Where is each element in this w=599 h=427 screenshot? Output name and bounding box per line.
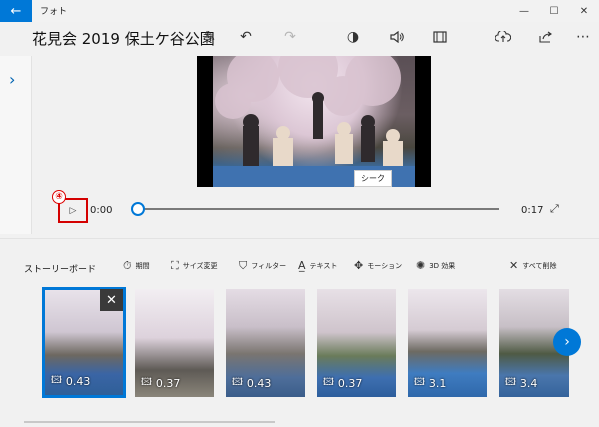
play-icon: ▷ [69,205,77,216]
storyboard-label: ストーリーボード [24,265,97,275]
motion-button[interactable]: ✥ モーション [354,259,402,272]
clip-duration: 🖾 0.37 [141,377,181,390]
storyboard-clip[interactable]: 🖾 0.37 [135,289,214,397]
end-time: 0:17 [521,205,544,216]
aspect-icon[interactable] [428,27,452,47]
storyboard-clip[interactable]: 🖾 0.43 [226,289,305,397]
left-panel: › [0,56,32,234]
motion-label: モーション [367,261,403,270]
3d-effects-button[interactable]: ✺ 3D 効果 [416,259,455,272]
title-bar: ← フォト — ☐ ✕ [0,0,599,22]
3d-effects-icon: ✺ [416,259,426,272]
back-button[interactable]: ← [0,0,32,22]
remove-clip-button[interactable]: ✕ [100,289,123,311]
delete-all-label: すべて削除 [522,261,557,270]
maximize-button[interactable]: ☐ [539,0,569,22]
seek-track[interactable] [137,208,499,210]
motion-icon: ✥ [354,259,364,272]
duration-label: 期間 [135,262,150,270]
delete-all-icon: ✕ [509,259,519,272]
app-title: フォト [40,7,68,17]
clip-duration: 🖾 0.43 [232,377,272,390]
edit-icon[interactable]: ✎ [198,27,222,47]
clip-duration: 🖾 3.1 [414,377,447,390]
image-icon: 🖾 [51,375,62,386]
text-icon: A̲ [298,259,306,272]
callout-number-badge: ④ [52,190,66,204]
back-arrow-icon: ← [10,3,22,19]
resize-button[interactable]: ⛶ サイズ変更 [171,259,218,273]
text-label: テキスト [309,261,338,270]
share-icon[interactable] [534,27,558,47]
image-icon: 🖾 [141,377,152,388]
resize-icon: ⛶ [171,259,179,272]
minimize-button[interactable]: — [509,0,539,22]
undo-icon[interactable]: ↶ [234,27,258,47]
project-title: 花見会 2019 保土ケ谷公園 [32,30,215,48]
upload-icon[interactable] [491,27,515,47]
storyboard-clip[interactable]: 🖾 3.1 [408,289,487,397]
seek-thumb[interactable] [131,202,145,216]
image-icon: 🖾 [232,377,243,388]
image-icon: 🖾 [414,377,425,388]
redo-icon[interactable]: ↷ [278,27,302,47]
3d-effects-label: 3D 効果 [429,261,456,270]
more-icon[interactable]: ⋯ [571,27,595,47]
palette-icon[interactable]: ◑ [341,27,365,47]
storyboard-scrollbar[interactable] [24,421,275,423]
next-clips-button[interactable]: › [553,328,581,356]
current-time: 0:00 [90,205,113,216]
expand-panel-chevron-icon[interactable]: › [9,70,15,89]
image-icon: 🖾 [505,377,516,388]
filter-icon: ⛉ [239,259,248,272]
chevron-right-icon: › [564,334,570,350]
clip-duration: 🖾 3.4 [505,377,538,390]
section-divider [0,238,599,239]
text-button[interactable]: A̲ テキスト [298,259,337,272]
seek-tooltip: シーク [354,170,392,187]
duration-button[interactable]: ⏱ 期間 [123,259,150,273]
preview-photo [213,56,415,187]
video-preview[interactable] [197,56,431,187]
resize-label: サイズ変更 [182,262,218,270]
delete-all-button[interactable]: ✕ すべて削除 [509,259,556,272]
audio-icon[interactable] [385,27,409,47]
clock-icon: ⏱ [123,259,132,272]
filter-button[interactable]: ⛉ フィルター [239,259,286,273]
image-icon: 🖾 [323,377,334,388]
clip-duration: 🖾 0.37 [323,377,363,390]
filter-label: フィルター [251,262,287,270]
fullscreen-icon[interactable]: ⤢ [550,202,559,216]
close-window-button[interactable]: ✕ [569,0,599,22]
storyboard-clip[interactable]: 🖾 0.37 [317,289,396,397]
clip-duration: 🖾 0.43 [51,375,91,388]
